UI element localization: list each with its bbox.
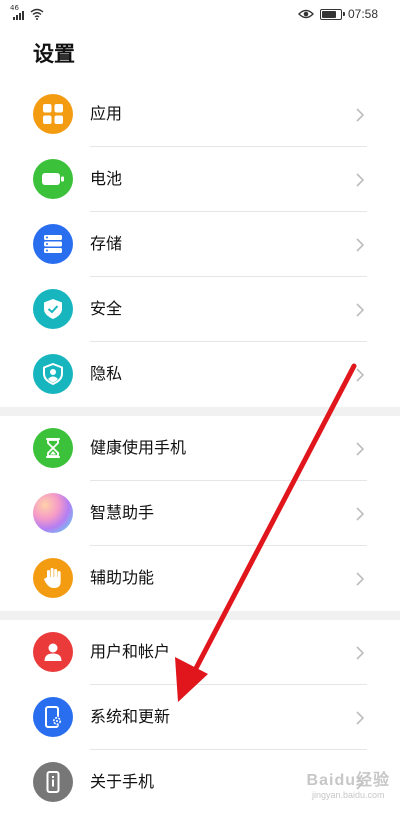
eye-comfort-icon bbox=[298, 9, 314, 19]
settings-item-apps[interactable]: 应用 bbox=[0, 82, 400, 147]
settings-item-security[interactable]: 安全 bbox=[0, 277, 400, 342]
settings-item-digital-balance[interactable]: 健康使用手机 bbox=[0, 416, 400, 481]
cellular-signal-icon: 46 bbox=[10, 5, 26, 20]
chevron-right-icon bbox=[356, 442, 364, 456]
watermark-brand: Baidu经验 bbox=[306, 772, 390, 789]
battery-status-icon bbox=[319, 8, 345, 20]
watermark-url: jingyan.baidu.com bbox=[312, 790, 385, 800]
status-bar-left: 46 bbox=[10, 5, 44, 20]
user-icon bbox=[33, 632, 73, 672]
chevron-right-icon bbox=[356, 303, 364, 317]
system-update-icon bbox=[33, 697, 73, 737]
status-bar-right: 07:58 bbox=[298, 7, 378, 21]
settings-item-privacy[interactable]: 隐私 bbox=[0, 342, 400, 407]
smart-assistant-icon bbox=[33, 493, 73, 533]
chevron-right-icon bbox=[356, 108, 364, 122]
settings-item-label: 隐私 bbox=[90, 364, 123, 383]
page-title: 设置 bbox=[33, 42, 75, 66]
settings-item-label: 健康使用手机 bbox=[90, 438, 187, 457]
settings-item-users-accounts[interactable]: 用户和帐户 bbox=[0, 620, 400, 685]
clock: 07:58 bbox=[347, 7, 378, 21]
hourglass-icon bbox=[33, 428, 73, 468]
security-shield-icon bbox=[33, 289, 73, 329]
privacy-icon bbox=[33, 354, 73, 394]
about-phone-icon bbox=[33, 762, 73, 802]
chevron-right-icon bbox=[356, 238, 364, 252]
settings-item-label: 电池 bbox=[90, 169, 123, 188]
wifi-icon bbox=[30, 8, 44, 20]
settings-item-label: 应用 bbox=[90, 104, 123, 123]
status-bar: 46 07:58 bbox=[0, 0, 400, 28]
apps-icon bbox=[33, 94, 73, 134]
settings-item-label: 用户和帐户 bbox=[90, 642, 171, 661]
settings-item-label: 辅助功能 bbox=[90, 568, 155, 587]
section-gap bbox=[0, 407, 400, 416]
hand-icon bbox=[33, 558, 73, 598]
settings-item-battery[interactable]: 电池 bbox=[0, 147, 400, 212]
chevron-right-icon bbox=[356, 572, 364, 586]
settings-item-label: 安全 bbox=[90, 299, 123, 318]
chevron-right-icon bbox=[356, 711, 364, 725]
settings-item-accessibility[interactable]: 辅助功能 bbox=[0, 546, 400, 611]
settings-item-storage[interactable]: 存储 bbox=[0, 212, 400, 277]
settings-item-smart-assistant[interactable]: 智慧助手 bbox=[0, 481, 400, 546]
storage-icon bbox=[33, 224, 73, 264]
chevron-right-icon bbox=[356, 173, 364, 187]
settings-group-1: 应用 电池 存储 安全 隐私 bbox=[0, 82, 400, 407]
settings-item-label: 存储 bbox=[90, 234, 123, 253]
settings-item-label: 系统和更新 bbox=[90, 707, 171, 726]
chevron-right-icon bbox=[356, 368, 364, 382]
section-gap bbox=[0, 611, 400, 620]
chevron-right-icon bbox=[356, 507, 364, 521]
chevron-right-icon bbox=[356, 646, 364, 660]
settings-item-label: 智慧助手 bbox=[90, 503, 155, 522]
settings-item-system-updates[interactable]: 系统和更新 bbox=[0, 685, 400, 750]
watermark: Baidu经验 jingyan.baidu.com bbox=[307, 766, 390, 800]
settings-item-label: 关于手机 bbox=[90, 772, 155, 791]
battery-icon bbox=[33, 159, 73, 199]
settings-group-2: 健康使用手机 智慧助手 辅助功能 bbox=[0, 416, 400, 611]
